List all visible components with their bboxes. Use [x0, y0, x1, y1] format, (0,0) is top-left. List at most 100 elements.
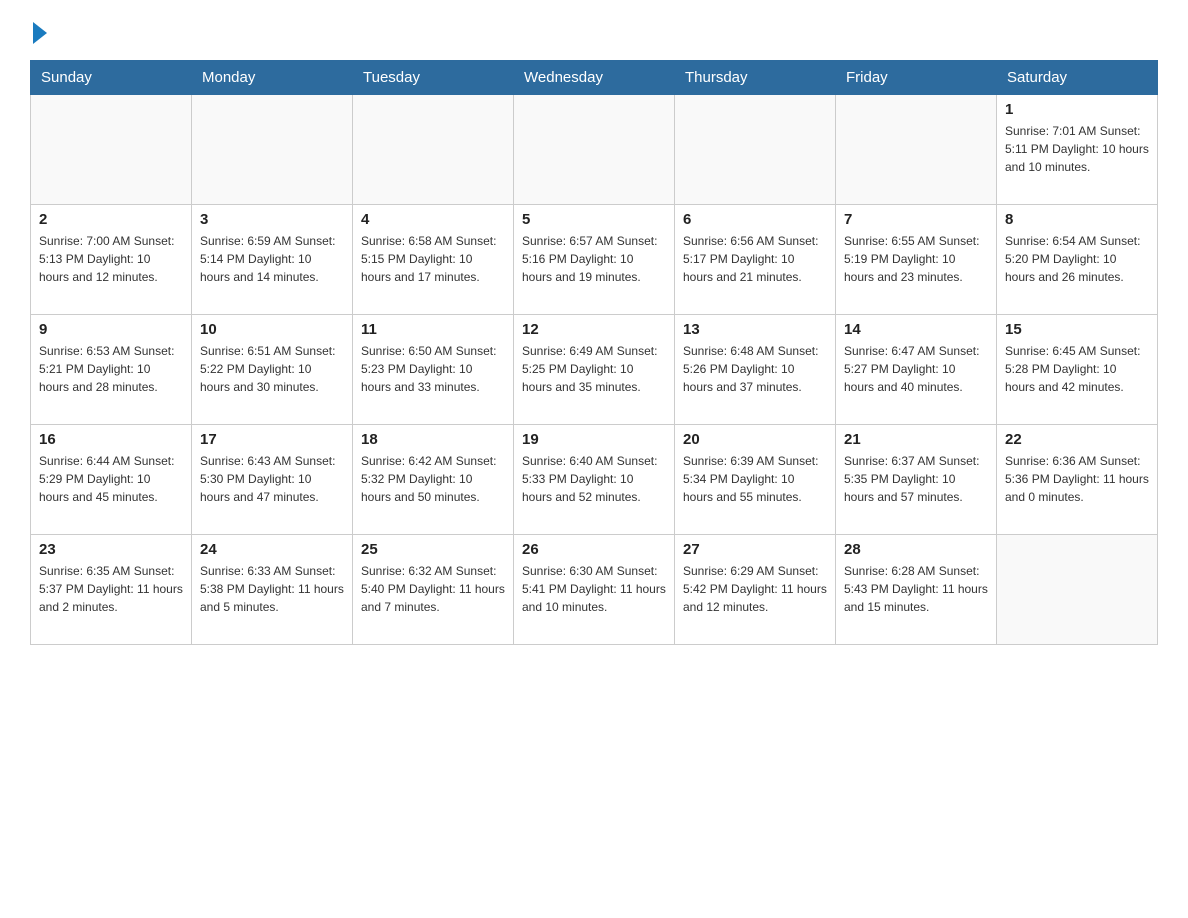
calendar-cell: 16 Sunrise: 6:44 AM Sunset: 5:29 PM Dayli…: [31, 425, 192, 535]
day-number: 17: [200, 431, 344, 448]
day-number: 23: [39, 541, 183, 558]
day-number: 16: [39, 431, 183, 448]
calendar-cell: 21 Sunrise: 6:37 AM Sunset: 5:35 PM Dayli…: [836, 425, 997, 535]
calendar-week-row: 23 Sunrise: 6:35 AM Sunset: 5:37 PM Dayli…: [31, 535, 1158, 645]
calendar-cell: [31, 95, 192, 205]
calendar-cell: 20 Sunrise: 6:39 AM Sunset: 5:34 PM Dayli…: [675, 425, 836, 535]
day-info: Sunrise: 7:00 AM Sunset: 5:13 PM Dayligh…: [39, 232, 183, 286]
day-info: Sunrise: 6:47 AM Sunset: 5:27 PM Dayligh…: [844, 342, 988, 396]
day-of-week-header: Thursday: [675, 61, 836, 95]
calendar-cell: [836, 95, 997, 205]
calendar-cell: 10 Sunrise: 6:51 AM Sunset: 5:22 PM Dayli…: [192, 315, 353, 425]
day-info: Sunrise: 6:56 AM Sunset: 5:17 PM Dayligh…: [683, 232, 827, 286]
day-info: Sunrise: 6:44 AM Sunset: 5:29 PM Dayligh…: [39, 452, 183, 506]
day-info: Sunrise: 6:32 AM Sunset: 5:40 PM Dayligh…: [361, 562, 505, 616]
calendar-cell: 24 Sunrise: 6:33 AM Sunset: 5:38 PM Dayli…: [192, 535, 353, 645]
day-info: Sunrise: 6:53 AM Sunset: 5:21 PM Dayligh…: [39, 342, 183, 396]
day-number: 3: [200, 211, 344, 228]
logo: [30, 20, 47, 44]
calendar-cell: 23 Sunrise: 6:35 AM Sunset: 5:37 PM Dayli…: [31, 535, 192, 645]
day-info: Sunrise: 6:51 AM Sunset: 5:22 PM Dayligh…: [200, 342, 344, 396]
calendar-cell: 8 Sunrise: 6:54 AM Sunset: 5:20 PM Daylig…: [997, 205, 1158, 315]
day-info: Sunrise: 6:30 AM Sunset: 5:41 PM Dayligh…: [522, 562, 666, 616]
day-number: 12: [522, 321, 666, 338]
day-of-week-header: Wednesday: [514, 61, 675, 95]
day-number: 4: [361, 211, 505, 228]
calendar-cell: 4 Sunrise: 6:58 AM Sunset: 5:15 PM Daylig…: [353, 205, 514, 315]
day-number: 9: [39, 321, 183, 338]
day-of-week-header: Sunday: [31, 61, 192, 95]
day-info: Sunrise: 6:36 AM Sunset: 5:36 PM Dayligh…: [1005, 452, 1149, 506]
day-number: 28: [844, 541, 988, 558]
calendar-cell: [514, 95, 675, 205]
calendar-cell: 14 Sunrise: 6:47 AM Sunset: 5:27 PM Dayli…: [836, 315, 997, 425]
day-info: Sunrise: 6:39 AM Sunset: 5:34 PM Dayligh…: [683, 452, 827, 506]
calendar-cell: 2 Sunrise: 7:00 AM Sunset: 5:13 PM Daylig…: [31, 205, 192, 315]
day-number: 20: [683, 431, 827, 448]
calendar-cell: [353, 95, 514, 205]
day-number: 14: [844, 321, 988, 338]
day-number: 25: [361, 541, 505, 558]
day-number: 18: [361, 431, 505, 448]
calendar-week-row: 16 Sunrise: 6:44 AM Sunset: 5:29 PM Dayli…: [31, 425, 1158, 535]
day-number: 15: [1005, 321, 1149, 338]
calendar-week-row: 1 Sunrise: 7:01 AM Sunset: 5:11 PM Daylig…: [31, 95, 1158, 205]
day-info: Sunrise: 6:42 AM Sunset: 5:32 PM Dayligh…: [361, 452, 505, 506]
calendar-cell: 15 Sunrise: 6:45 AM Sunset: 5:28 PM Dayli…: [997, 315, 1158, 425]
page-header: [30, 20, 1158, 44]
day-info: Sunrise: 6:48 AM Sunset: 5:26 PM Dayligh…: [683, 342, 827, 396]
calendar-cell: 5Sunrise: 6:57 AM Sunset: 5:16 PM Daylig…: [514, 205, 675, 315]
day-number: 8: [1005, 211, 1149, 228]
calendar-cell: 26 Sunrise: 6:30 AM Sunset: 5:41 PM Dayli…: [514, 535, 675, 645]
day-info: Sunrise: 6:29 AM Sunset: 5:42 PM Dayligh…: [683, 562, 827, 616]
calendar-cell: 11Sunrise: 6:50 AM Sunset: 5:23 PM Dayli…: [353, 315, 514, 425]
day-info: Sunrise: 6:58 AM Sunset: 5:15 PM Dayligh…: [361, 232, 505, 286]
day-info: Sunrise: 6:45 AM Sunset: 5:28 PM Dayligh…: [1005, 342, 1149, 396]
day-info: Sunrise: 6:43 AM Sunset: 5:30 PM Dayligh…: [200, 452, 344, 506]
calendar-cell: 17 Sunrise: 6:43 AM Sunset: 5:30 PM Dayli…: [192, 425, 353, 535]
day-of-week-header: Saturday: [997, 61, 1158, 95]
day-number: 5: [522, 211, 666, 228]
day-info: Sunrise: 6:55 AM Sunset: 5:19 PM Dayligh…: [844, 232, 988, 286]
day-info: Sunrise: 6:49 AM Sunset: 5:25 PM Dayligh…: [522, 342, 666, 396]
calendar-cell: 19 Sunrise: 6:40 AM Sunset: 5:33 PM Dayli…: [514, 425, 675, 535]
calendar-table: SundayMondayTuesdayWednesdayThursdayFrid…: [30, 60, 1158, 645]
day-number: 6: [683, 211, 827, 228]
day-number: 21: [844, 431, 988, 448]
day-info: Sunrise: 6:37 AM Sunset: 5:35 PM Dayligh…: [844, 452, 988, 506]
day-of-week-header: Monday: [192, 61, 353, 95]
day-number: 2: [39, 211, 183, 228]
day-number: 13: [683, 321, 827, 338]
calendar-cell: [997, 535, 1158, 645]
calendar-cell: 9 Sunrise: 6:53 AM Sunset: 5:21 PM Daylig…: [31, 315, 192, 425]
calendar-header-row: SundayMondayTuesdayWednesdayThursdayFrid…: [31, 61, 1158, 95]
day-info: Sunrise: 7:01 AM Sunset: 5:11 PM Dayligh…: [1005, 122, 1149, 176]
logo-triangle-icon: [33, 22, 47, 44]
calendar-week-row: 9 Sunrise: 6:53 AM Sunset: 5:21 PM Daylig…: [31, 315, 1158, 425]
calendar-week-row: 2 Sunrise: 7:00 AM Sunset: 5:13 PM Daylig…: [31, 205, 1158, 315]
calendar-cell: 18 Sunrise: 6:42 AM Sunset: 5:32 PM Dayli…: [353, 425, 514, 535]
day-number: 10: [200, 321, 344, 338]
calendar-cell: 6 Sunrise: 6:56 AM Sunset: 5:17 PM Daylig…: [675, 205, 836, 315]
day-info: Sunrise: 6:35 AM Sunset: 5:37 PM Dayligh…: [39, 562, 183, 616]
day-number: 22: [1005, 431, 1149, 448]
day-number: 24: [200, 541, 344, 558]
calendar-cell: [192, 95, 353, 205]
day-number: 19: [522, 431, 666, 448]
calendar-cell: 12 Sunrise: 6:49 AM Sunset: 5:25 PM Dayli…: [514, 315, 675, 425]
day-info: Sunrise: 6:40 AM Sunset: 5:33 PM Dayligh…: [522, 452, 666, 506]
day-of-week-header: Tuesday: [353, 61, 514, 95]
day-info: Sunrise: 6:50 AM Sunset: 5:23 PM Dayligh…: [361, 342, 505, 396]
day-info: Sunrise: 6:59 AM Sunset: 5:14 PM Dayligh…: [200, 232, 344, 286]
day-number: 1: [1005, 101, 1149, 118]
calendar-cell: 25 Sunrise: 6:32 AM Sunset: 5:40 PM Dayli…: [353, 535, 514, 645]
day-info: Sunrise: 6:28 AM Sunset: 5:43 PM Dayligh…: [844, 562, 988, 616]
calendar-cell: 7Sunrise: 6:55 AM Sunset: 5:19 PM Daylig…: [836, 205, 997, 315]
day-number: 26: [522, 541, 666, 558]
day-info: Sunrise: 6:33 AM Sunset: 5:38 PM Dayligh…: [200, 562, 344, 616]
day-info: Sunrise: 6:54 AM Sunset: 5:20 PM Dayligh…: [1005, 232, 1149, 286]
calendar-cell: 28 Sunrise: 6:28 AM Sunset: 5:43 PM Dayli…: [836, 535, 997, 645]
day-number: 27: [683, 541, 827, 558]
calendar-cell: [675, 95, 836, 205]
calendar-cell: 22 Sunrise: 6:36 AM Sunset: 5:36 PM Dayli…: [997, 425, 1158, 535]
